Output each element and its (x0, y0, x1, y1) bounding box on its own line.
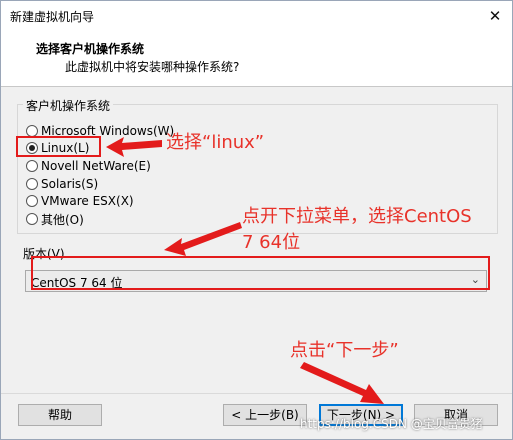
arrow-to-linux (106, 137, 162, 157)
annotation-select-linux: 选择“linux” (166, 132, 265, 153)
annotation-open-dropdown-line1: 点开下拉菜单，选择CentOS (242, 206, 472, 227)
watermark: https://blog.CSDN @宝贝富贵猪 (300, 417, 483, 431)
annotation-click-next: 点击“下一步” (290, 340, 399, 361)
arrow-to-next (300, 362, 384, 404)
arrow-to-dropdown (164, 222, 242, 256)
annotation-open-dropdown-line2: 7 64位 (242, 232, 301, 253)
